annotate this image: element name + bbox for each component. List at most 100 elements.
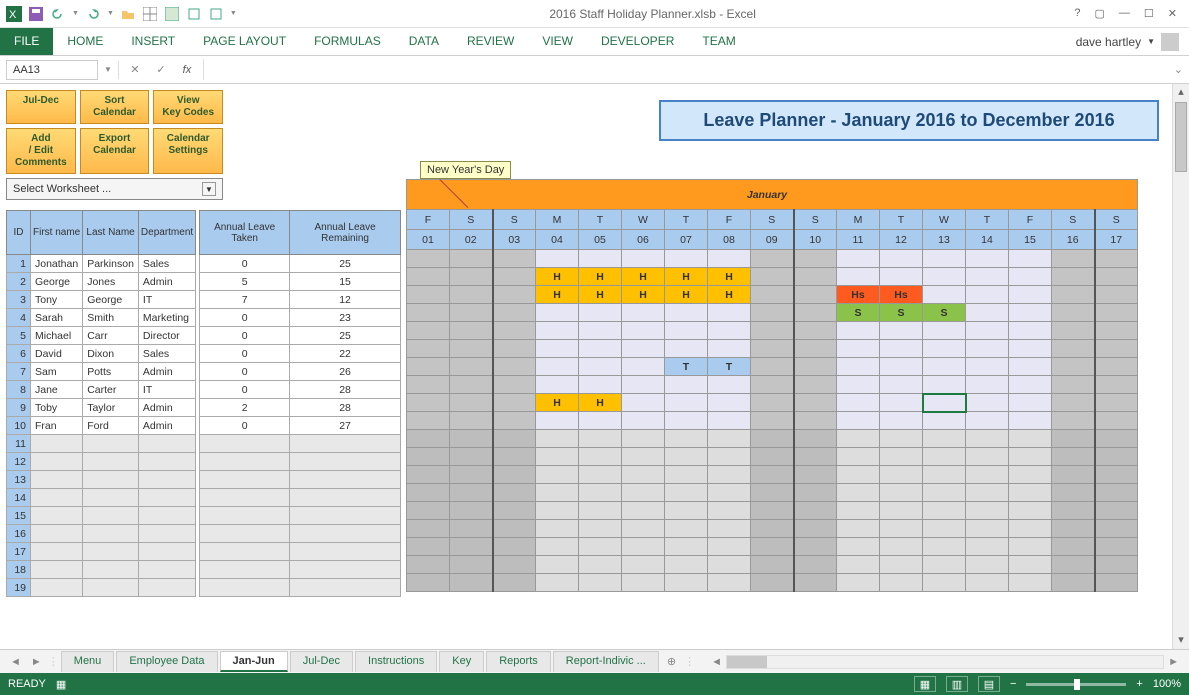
cal-cell[interactable] — [751, 358, 794, 376]
cal-cell[interactable] — [407, 556, 450, 574]
cal-cell[interactable] — [966, 394, 1009, 412]
cal-cell[interactable] — [794, 484, 837, 502]
cal-cell[interactable] — [536, 250, 579, 268]
sheet-tab-menu[interactable]: Menu — [61, 651, 115, 672]
zoom-level[interactable]: 100% — [1153, 678, 1181, 690]
cal-cell[interactable] — [923, 394, 966, 412]
cal-cell[interactable] — [1095, 430, 1138, 448]
cal-cell[interactable] — [708, 574, 751, 592]
cal-cell[interactable] — [966, 538, 1009, 556]
cal-cell[interactable] — [665, 448, 708, 466]
cal-cell[interactable]: H — [622, 268, 665, 286]
cal-cell[interactable] — [837, 376, 880, 394]
redo-dropdown[interactable]: ▼ — [107, 10, 114, 17]
cal-cell[interactable] — [622, 304, 665, 322]
emp-dept[interactable]: Admin — [138, 399, 195, 417]
cal-cell[interactable] — [751, 376, 794, 394]
cal-cell[interactable] — [536, 304, 579, 322]
emp-last[interactable]: George — [83, 291, 139, 309]
emp-remaining[interactable]: 25 — [290, 327, 401, 345]
cal-cell[interactable] — [579, 340, 622, 358]
emp-dept[interactable]: Sales — [138, 345, 195, 363]
cal-cell[interactable] — [1095, 340, 1138, 358]
cal-cell[interactable] — [450, 484, 493, 502]
cal-cell[interactable] — [708, 322, 751, 340]
cal-cell[interactable] — [751, 304, 794, 322]
cal-cell[interactable] — [1009, 556, 1052, 574]
ribbon-options-icon[interactable]: ▢ — [1095, 7, 1105, 20]
cal-cell[interactable] — [407, 430, 450, 448]
enter-formula-icon[interactable]: ✓ — [151, 63, 171, 76]
cal-cell[interactable] — [794, 268, 837, 286]
cal-cell[interactable] — [966, 322, 1009, 340]
cal-cell[interactable] — [966, 412, 1009, 430]
cal-cell[interactable] — [880, 340, 923, 358]
emp-first[interactable]: Toby — [31, 399, 83, 417]
hscroll-thumb[interactable] — [727, 656, 767, 668]
cal-cell[interactable] — [493, 412, 536, 430]
cal-cell[interactable] — [1052, 466, 1095, 484]
cal-cell[interactable] — [536, 484, 579, 502]
cal-cell[interactable] — [708, 412, 751, 430]
cal-cell[interactable] — [794, 322, 837, 340]
emp-id[interactable]: 12 — [7, 453, 31, 471]
cal-cell[interactable]: T — [665, 358, 708, 376]
cal-cell[interactable] — [407, 538, 450, 556]
cal-cell[interactable] — [837, 556, 880, 574]
cal-cell[interactable] — [407, 394, 450, 412]
scroll-down-icon[interactable]: ▾ — [1173, 632, 1189, 649]
cal-cell[interactable] — [493, 538, 536, 556]
cal-cell[interactable] — [708, 340, 751, 358]
cal-cell[interactable] — [536, 376, 579, 394]
sheet-tab-reports[interactable]: Reports — [486, 651, 551, 672]
cal-cell[interactable] — [665, 394, 708, 412]
cal-cell[interactable] — [665, 430, 708, 448]
emp-taken[interactable]: 0 — [200, 363, 290, 381]
emp-id[interactable]: 6 — [7, 345, 31, 363]
cal-cell[interactable] — [966, 484, 1009, 502]
cal-cell[interactable]: H — [665, 286, 708, 304]
cal-cell[interactable] — [450, 250, 493, 268]
cal-cell[interactable] — [880, 502, 923, 520]
cal-cell[interactable] — [579, 574, 622, 592]
save-icon[interactable] — [28, 6, 44, 22]
cal-cell[interactable] — [880, 358, 923, 376]
cal-cell[interactable] — [923, 358, 966, 376]
cal-cell[interactable] — [665, 412, 708, 430]
cal-cell[interactable] — [966, 286, 1009, 304]
emp-taken[interactable]: 7 — [200, 291, 290, 309]
cal-cell[interactable] — [966, 268, 1009, 286]
tab-file[interactable]: FILE — [0, 28, 53, 55]
emp-id[interactable]: 17 — [7, 543, 31, 561]
cal-cell[interactable] — [837, 466, 880, 484]
cal-cell[interactable] — [622, 322, 665, 340]
cal-cell[interactable] — [665, 574, 708, 592]
cal-cell[interactable] — [1009, 520, 1052, 538]
cal-cell[interactable] — [536, 574, 579, 592]
cal-cell[interactable] — [493, 556, 536, 574]
cal-cell[interactable] — [493, 484, 536, 502]
sheet-tab-jul-dec[interactable]: Jul-Dec — [290, 651, 353, 672]
cal-cell[interactable] — [622, 394, 665, 412]
cal-cell[interactable] — [407, 412, 450, 430]
cal-cell[interactable] — [536, 538, 579, 556]
zoom-in-icon[interactable]: + — [1136, 678, 1142, 690]
cal-cell[interactable] — [751, 484, 794, 502]
cal-cell[interactable] — [450, 268, 493, 286]
cal-cell[interactable] — [536, 556, 579, 574]
cal-cell[interactable] — [622, 520, 665, 538]
cal-cell[interactable] — [1052, 286, 1095, 304]
cal-cell[interactable] — [1095, 502, 1138, 520]
cal-cell[interactable] — [966, 304, 1009, 322]
cal-cell[interactable] — [1009, 448, 1052, 466]
cal-cell[interactable]: H — [665, 268, 708, 286]
cal-cell[interactable] — [837, 250, 880, 268]
cal-cell[interactable] — [708, 520, 751, 538]
tab-team[interactable]: TEAM — [688, 28, 749, 55]
cal-cell[interactable] — [450, 574, 493, 592]
ctrl-jul-dec[interactable]: Jul-Dec — [6, 90, 76, 124]
emp-last[interactable]: Carr — [83, 327, 139, 345]
cal-cell[interactable] — [1009, 538, 1052, 556]
emp-dept[interactable]: Marketing — [138, 309, 195, 327]
cal-cell[interactable] — [1052, 520, 1095, 538]
